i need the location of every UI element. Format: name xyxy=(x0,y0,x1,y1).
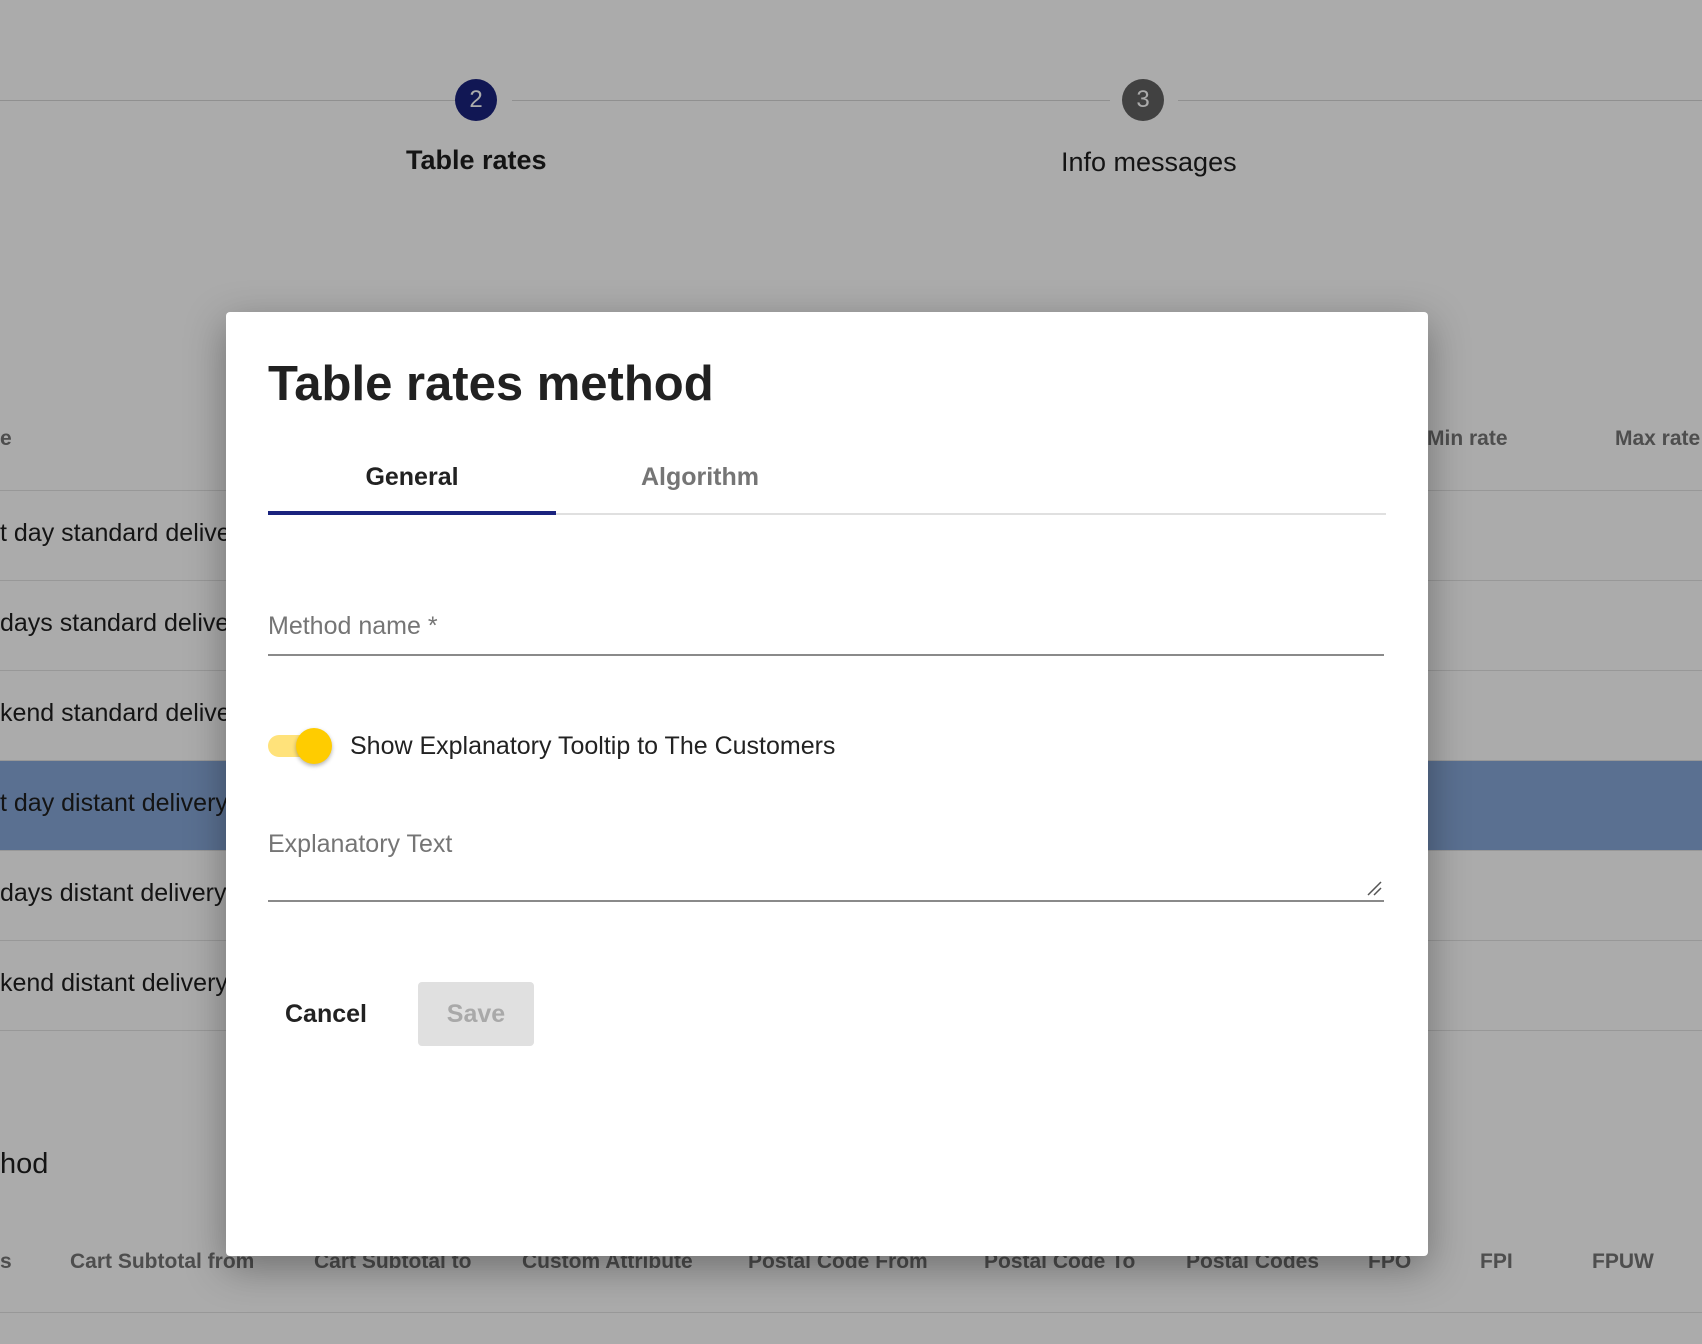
tab-algorithm-label: Algorithm xyxy=(640,463,760,491)
active-tab-indicator xyxy=(268,511,556,515)
tooltip-toggle-label: Show Explanatory Tooltip to The Customer… xyxy=(350,731,836,760)
tab-general[interactable]: General xyxy=(268,442,556,515)
explanatory-text-underline xyxy=(268,900,1384,902)
tooltip-toggle-row: Show Explanatory Tooltip to The Customer… xyxy=(268,726,835,766)
toggle-thumb xyxy=(296,728,332,764)
explanatory-text-field xyxy=(268,830,1384,902)
tab-general-label: General xyxy=(365,463,459,491)
table-rates-method-dialog: Table rates method General Algorithm Sho… xyxy=(226,312,1428,1256)
tab-algorithm[interactable]: Algorithm xyxy=(556,442,844,513)
dialog-tabs: General Algorithm xyxy=(268,442,1386,515)
method-name-input[interactable] xyxy=(268,612,1384,641)
dialog-title: Table rates method xyxy=(268,357,714,411)
explanatory-text-input[interactable] xyxy=(268,830,1384,859)
save-button[interactable]: Save xyxy=(418,982,534,1046)
method-name-underline xyxy=(268,654,1384,656)
cancel-button[interactable]: Cancel xyxy=(268,982,384,1046)
tooltip-toggle[interactable] xyxy=(268,726,334,766)
method-name-field xyxy=(268,612,1384,656)
resize-handle-icon[interactable] xyxy=(1366,880,1382,896)
